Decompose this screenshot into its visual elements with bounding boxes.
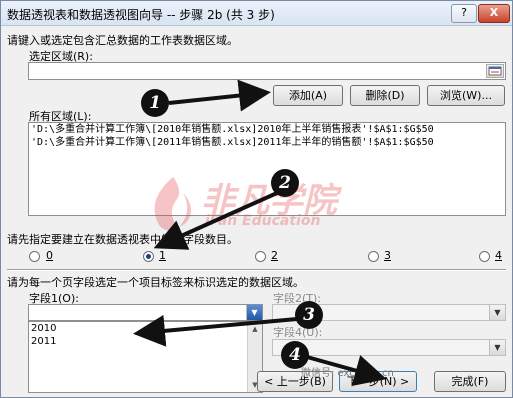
field1-dropdown-list[interactable]: 2010 2011 ▲ ▼ xyxy=(28,321,263,393)
section-divider xyxy=(7,269,506,271)
range-list-item[interactable]: 'D:\多重合并计算工作簿\[2010年销售额.xlsx]2010年上半年销售报… xyxy=(29,123,505,136)
window-title: 数据透视表和数据透视图向导 -- 步骤 2b (共 3 步) xyxy=(7,8,275,22)
item-labels-instruction: 请为每一个页字段选定一个项目标签来标识选定的数据区域。 xyxy=(7,276,304,289)
watermark-wechat-id: 微信号: excelliu. cn xyxy=(301,368,394,379)
callout-1: 1 xyxy=(141,89,169,117)
radio-label-3: 3 xyxy=(384,249,391,262)
scroll-up-icon[interactable]: ▲ xyxy=(250,324,260,334)
radio-label-1: 1 xyxy=(159,249,166,262)
radio-page-fields-4[interactable] xyxy=(479,251,490,262)
callout-4: 4 xyxy=(281,341,309,369)
radio-page-fields-1[interactable] xyxy=(143,251,154,262)
callout-3: 3 xyxy=(295,301,323,329)
close-button[interactable]: X xyxy=(478,4,510,23)
range-collapse-button[interactable] xyxy=(486,64,504,78)
radio-page-fields-0[interactable] xyxy=(29,251,40,262)
callout-2: 2 xyxy=(271,169,299,197)
field2-dropdown-button[interactable]: ▼ xyxy=(489,305,505,320)
arrow-1 xyxy=(168,79,271,112)
collapse-dialog-icon xyxy=(488,66,502,76)
range-input[interactable] xyxy=(28,62,506,80)
title-bar: 数据透视表和数据透视图向导 -- 步骤 2b (共 3 步) ? X xyxy=(1,1,512,26)
help-button[interactable]: ? xyxy=(451,4,477,23)
radio-label-2: 2 xyxy=(271,249,278,262)
all-ranges-list[interactable]: 'D:\多重合并计算工作簿\[2010年销售额.xlsx]2010年上半年销售报… xyxy=(28,122,506,216)
range-instruction: 请键入或选定包含汇总数据的工作表数据区域。 xyxy=(7,34,238,47)
page-fields-instruction: 请先指定要建立在数据透视表中的页字段数目。 xyxy=(7,233,238,246)
chevron-down-icon: ▼ xyxy=(494,308,501,317)
dropdown-item[interactable]: 2010 xyxy=(29,322,262,335)
chevron-down-icon: ▼ xyxy=(494,343,501,352)
radio-label-0: 0 xyxy=(46,249,53,262)
browse-button[interactable]: 浏览(W)... xyxy=(427,85,505,106)
dropdown-item[interactable]: 2011 xyxy=(29,335,262,348)
add-button[interactable]: 添加(A) xyxy=(273,85,343,106)
field1-combo[interactable]: ▼ xyxy=(28,304,263,321)
chevron-down-icon: ▼ xyxy=(251,308,258,317)
radio-page-fields-2[interactable] xyxy=(255,251,266,262)
radio-label-4: 4 xyxy=(495,249,502,262)
field1-dropdown-button[interactable]: ▼ xyxy=(246,305,262,320)
radio-page-fields-3[interactable] xyxy=(368,251,379,262)
finish-button[interactable]: 完成(F) xyxy=(434,371,506,392)
field4-dropdown-button[interactable]: ▼ xyxy=(489,340,505,355)
range-list-item[interactable]: 'D:\多重合并计算工作簿\[2011年销售额.xlsx]2011年上半年的销售… xyxy=(29,136,505,149)
pivot-wizard-dialog: 数据透视表和数据透视图向导 -- 步骤 2b (共 3 步) ? X 请键入或选… xyxy=(0,0,513,398)
delete-button[interactable]: 删除(D) xyxy=(350,85,420,106)
